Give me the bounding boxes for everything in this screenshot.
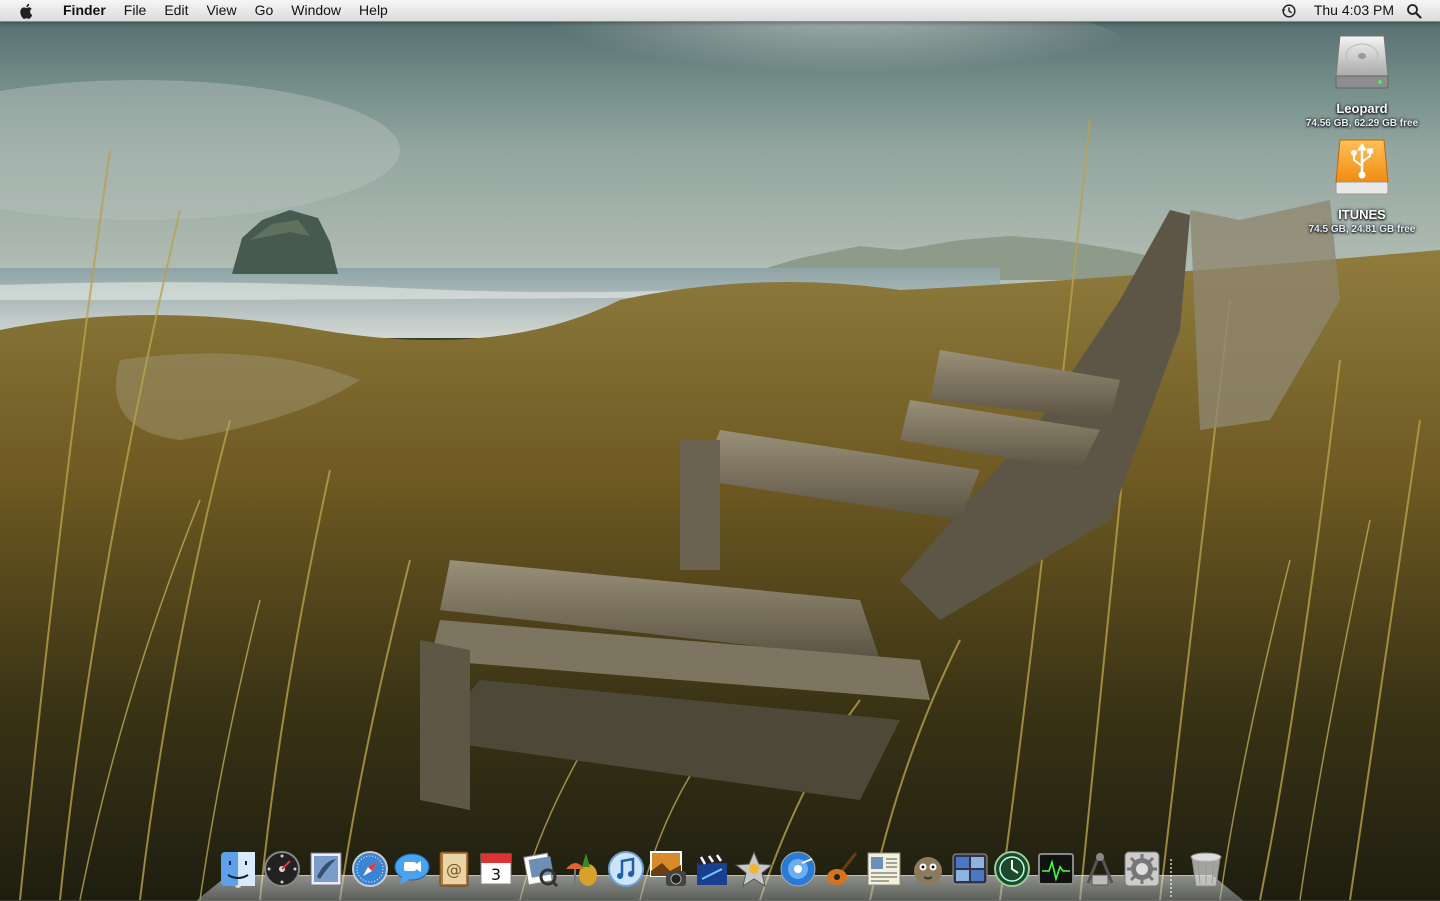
growl-icon bbox=[914, 857, 942, 885]
mail-icon bbox=[310, 852, 342, 886]
dock-utilities[interactable] bbox=[1080, 849, 1120, 889]
spaces-icon bbox=[952, 853, 988, 885]
ical-date: 3 bbox=[491, 865, 501, 884]
dock-activity-monitor[interactable] bbox=[1036, 849, 1076, 889]
hard-drive-icon bbox=[1335, 35, 1389, 89]
safari-icon bbox=[352, 851, 388, 887]
menu-help[interactable]: Help bbox=[350, 0, 397, 21]
dock-finder[interactable] bbox=[218, 849, 258, 889]
dock-garageband[interactable] bbox=[822, 849, 862, 889]
preview-icon bbox=[523, 852, 559, 888]
volume-info: 74.56 GB, 62.29 GB free bbox=[1305, 118, 1419, 129]
dock-adium[interactable] bbox=[562, 849, 602, 889]
dock: @ 3 bbox=[196, 849, 1244, 901]
svg-text:@: @ bbox=[446, 860, 462, 879]
volume-name: ITUNES bbox=[1338, 207, 1386, 222]
running-indicator bbox=[235, 885, 241, 888]
dock-ical[interactable]: 3 bbox=[476, 849, 516, 889]
utilities-icon bbox=[1086, 852, 1114, 886]
dock-safari[interactable] bbox=[350, 849, 390, 889]
menu-window[interactable]: Window bbox=[282, 0, 350, 21]
menu-extras: Thu 4:03 PM bbox=[1280, 0, 1440, 21]
dock-growl[interactable] bbox=[908, 849, 948, 889]
address-book-icon: @ bbox=[439, 851, 469, 887]
dock-system-preferences[interactable] bbox=[1122, 849, 1162, 889]
textedit-icon bbox=[867, 852, 901, 886]
desktop-volume-itunes[interactable]: ITUNES 74.5 GB, 24.81 GB free bbox=[1292, 136, 1432, 235]
dock-mail[interactable] bbox=[306, 849, 346, 889]
garageband-icon bbox=[827, 852, 858, 885]
adium-icon bbox=[566, 853, 597, 886]
itunes-icon bbox=[608, 851, 644, 887]
dock-divider bbox=[1170, 859, 1172, 899]
menu-view[interactable]: View bbox=[197, 0, 245, 21]
dock-imovie[interactable] bbox=[692, 849, 732, 889]
time-machine-dock-icon bbox=[994, 851, 1030, 887]
spotlight-icon[interactable] bbox=[1406, 3, 1422, 19]
apple-icon[interactable] bbox=[18, 2, 36, 20]
trash-icon bbox=[1190, 852, 1222, 887]
activity-monitor-icon bbox=[1038, 853, 1074, 885]
volume-name: Leopard bbox=[1336, 101, 1388, 116]
dock-spaces[interactable] bbox=[950, 849, 990, 889]
imovie-icon bbox=[697, 853, 727, 885]
system-preferences-icon bbox=[1124, 851, 1160, 887]
usb-drive-icon bbox=[1335, 139, 1389, 195]
dock-textedit[interactable] bbox=[864, 849, 904, 889]
ical-icon: 3 bbox=[480, 853, 512, 885]
iphoto-icon bbox=[650, 851, 686, 886]
dock-iweb[interactable] bbox=[734, 849, 774, 889]
idvd-icon bbox=[780, 851, 816, 887]
desktop-volume-leopard[interactable]: Leopard 74.56 GB, 62.29 GB free bbox=[1292, 30, 1432, 129]
dock-address-book[interactable]: @ bbox=[434, 849, 474, 889]
finder-icon bbox=[221, 852, 255, 886]
dock-ichat[interactable] bbox=[392, 849, 432, 889]
menu-file[interactable]: File bbox=[115, 0, 156, 21]
dock-dashboard[interactable] bbox=[262, 849, 302, 889]
menu-bar: Finder File Edit View Go Window Help Thu… bbox=[0, 0, 1440, 22]
ichat-icon bbox=[394, 853, 430, 885]
dock-trash[interactable] bbox=[1186, 849, 1226, 889]
time-machine-icon[interactable] bbox=[1280, 2, 1298, 20]
dock-preview[interactable] bbox=[520, 849, 560, 889]
dock-idvd[interactable] bbox=[778, 849, 818, 889]
dock-iphoto[interactable] bbox=[648, 849, 688, 889]
menu-clock[interactable]: Thu 4:03 PM bbox=[1304, 0, 1406, 21]
menu-go[interactable]: Go bbox=[246, 0, 283, 21]
dock-itunes[interactable] bbox=[606, 849, 646, 889]
volume-info: 74.5 GB, 24.81 GB free bbox=[1308, 224, 1416, 235]
desktop-wallpaper bbox=[0, 0, 1440, 900]
dock-time-machine[interactable] bbox=[992, 849, 1032, 889]
dashboard-icon bbox=[264, 851, 300, 887]
iweb-icon bbox=[734, 850, 774, 888]
menu-app-name[interactable]: Finder bbox=[54, 0, 115, 21]
menu-edit[interactable]: Edit bbox=[155, 0, 197, 21]
